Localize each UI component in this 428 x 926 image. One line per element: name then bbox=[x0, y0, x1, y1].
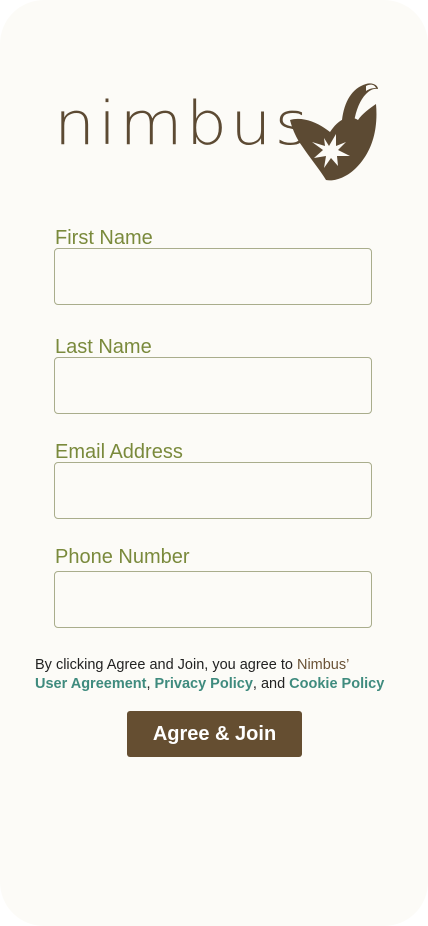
cookie-policy-link[interactable]: Cookie Policy bbox=[289, 676, 384, 692]
legal-comma: , bbox=[146, 676, 155, 692]
last-name-label: Last Name bbox=[55, 336, 152, 358]
privacy-policy-link[interactable]: Privacy Policy bbox=[155, 676, 253, 692]
email-address-label: Email Address bbox=[55, 441, 183, 463]
user-agreement-link[interactable]: User Agreement bbox=[35, 676, 146, 692]
legal-brand-name: Nimbus’ bbox=[296, 657, 350, 673]
logo-wordmark: nimbus bbox=[54, 89, 312, 159]
nimbus-logo: nimbus bbox=[54, 80, 380, 184]
signup-screen: nimbus First Name Last Name Email Addres… bbox=[0, 0, 428, 926]
phone-number-label: Phone Number bbox=[55, 546, 190, 568]
legal-notice: By clicking Agree and Join, you agree to… bbox=[35, 656, 415, 694]
legal-and: , and bbox=[252, 676, 290, 692]
first-name-input[interactable] bbox=[54, 248, 372, 305]
first-name-label: First Name bbox=[55, 227, 153, 249]
last-name-input[interactable] bbox=[54, 357, 372, 414]
email-address-input[interactable] bbox=[54, 462, 372, 519]
phone-number-input[interactable] bbox=[54, 571, 372, 628]
legal-prefix: By clicking Agree and Join, you agree to bbox=[35, 657, 297, 673]
leaf-with-starburst-icon bbox=[290, 83, 378, 181]
agree-and-join-button[interactable]: Agree & Join bbox=[127, 711, 302, 757]
